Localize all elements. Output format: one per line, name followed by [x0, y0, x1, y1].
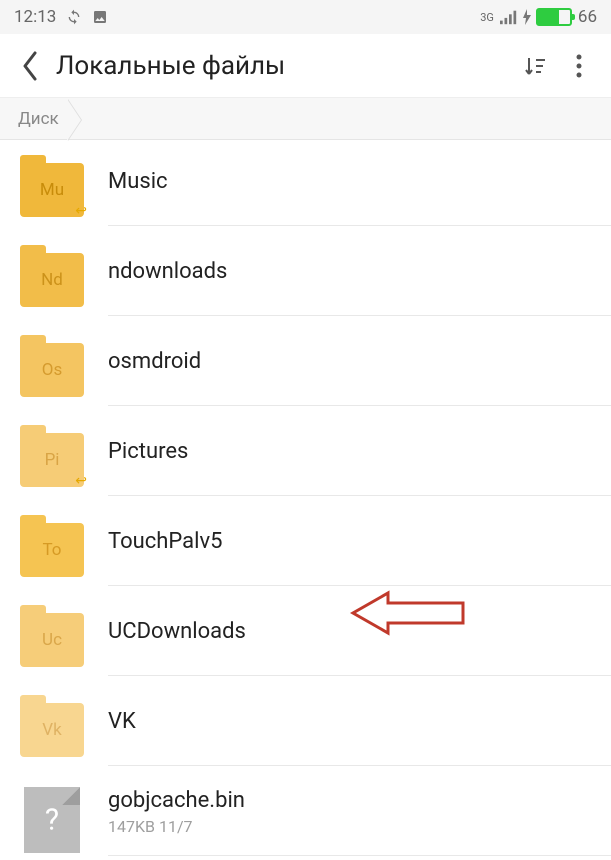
- file-name: gobjcache.bin: [108, 788, 611, 813]
- folder-icon: Uc: [20, 613, 84, 667]
- file-row[interactable]: Uc UCDownloads: [0, 590, 611, 680]
- file-row[interactable]: Vk VK: [0, 680, 611, 770]
- file-list: Mu ↩ Music Nd ndownloads Os osmdroid Pi ↩ Picture…: [0, 140, 611, 860]
- file-row[interactable]: Mu ↩ Music: [0, 140, 611, 230]
- file-row[interactable]: To TouchPalv5: [0, 500, 611, 590]
- shortcut-badge-icon: ↩: [75, 203, 87, 219]
- file-name: TouchPalv5: [108, 529, 611, 554]
- overflow-menu-button[interactable]: [557, 44, 601, 88]
- file-name: Music: [108, 169, 611, 194]
- file-name: VK: [108, 709, 611, 734]
- app-bar: Локальные файлы: [0, 34, 611, 98]
- back-button[interactable]: [10, 46, 50, 86]
- page-title: Локальные файлы: [56, 51, 513, 81]
- sync-icon: [66, 9, 82, 25]
- charging-icon: [522, 9, 532, 25]
- folder-abbr: Mu: [40, 180, 64, 200]
- file-name: Pictures: [108, 439, 611, 464]
- file-row[interactable]: Pi ↩ Pictures: [0, 410, 611, 500]
- picture-icon: [92, 9, 108, 25]
- file-row[interactable]: Os osmdroid: [0, 320, 611, 410]
- network-type: 3G: [480, 12, 494, 23]
- folder-icon: Vk: [20, 703, 84, 757]
- battery-percent: 66: [578, 7, 597, 27]
- folder-icon: Mu ↩: [20, 163, 84, 217]
- folder-abbr: Vk: [42, 720, 61, 740]
- folder-abbr: Os: [42, 360, 62, 380]
- folder-abbr: Pi: [45, 450, 60, 470]
- file-name: ndownloads: [108, 259, 611, 284]
- file-icon: ?: [24, 787, 80, 853]
- file-name: UCDownloads: [108, 619, 611, 644]
- sort-button[interactable]: [513, 44, 557, 88]
- status-time: 12:13: [14, 7, 56, 27]
- folder-icon: Pi ↩: [20, 433, 84, 487]
- signal-icon: [500, 9, 518, 25]
- battery-icon: [536, 8, 572, 26]
- file-meta: 147KB 11/7: [108, 817, 611, 836]
- file-name: osmdroid: [108, 349, 611, 374]
- folder-icon: Nd: [20, 253, 84, 307]
- unknown-file-glyph: ?: [45, 803, 59, 838]
- status-bar: 12:13 3G 66: [0, 0, 611, 34]
- folder-icon: To: [20, 523, 84, 577]
- shortcut-badge-icon: ↩: [75, 473, 87, 489]
- breadcrumb[interactable]: Диск: [0, 98, 611, 140]
- folder-abbr: Nd: [41, 270, 63, 290]
- folder-abbr: To: [42, 540, 61, 560]
- folder-icon: Os: [20, 343, 84, 397]
- file-row[interactable]: Nd ndownloads: [0, 230, 611, 320]
- file-row[interactable]: ? gobjcache.bin 147KB 11/7: [0, 770, 611, 860]
- folder-abbr: Uc: [42, 630, 62, 650]
- breadcrumb-root[interactable]: Диск: [18, 109, 81, 129]
